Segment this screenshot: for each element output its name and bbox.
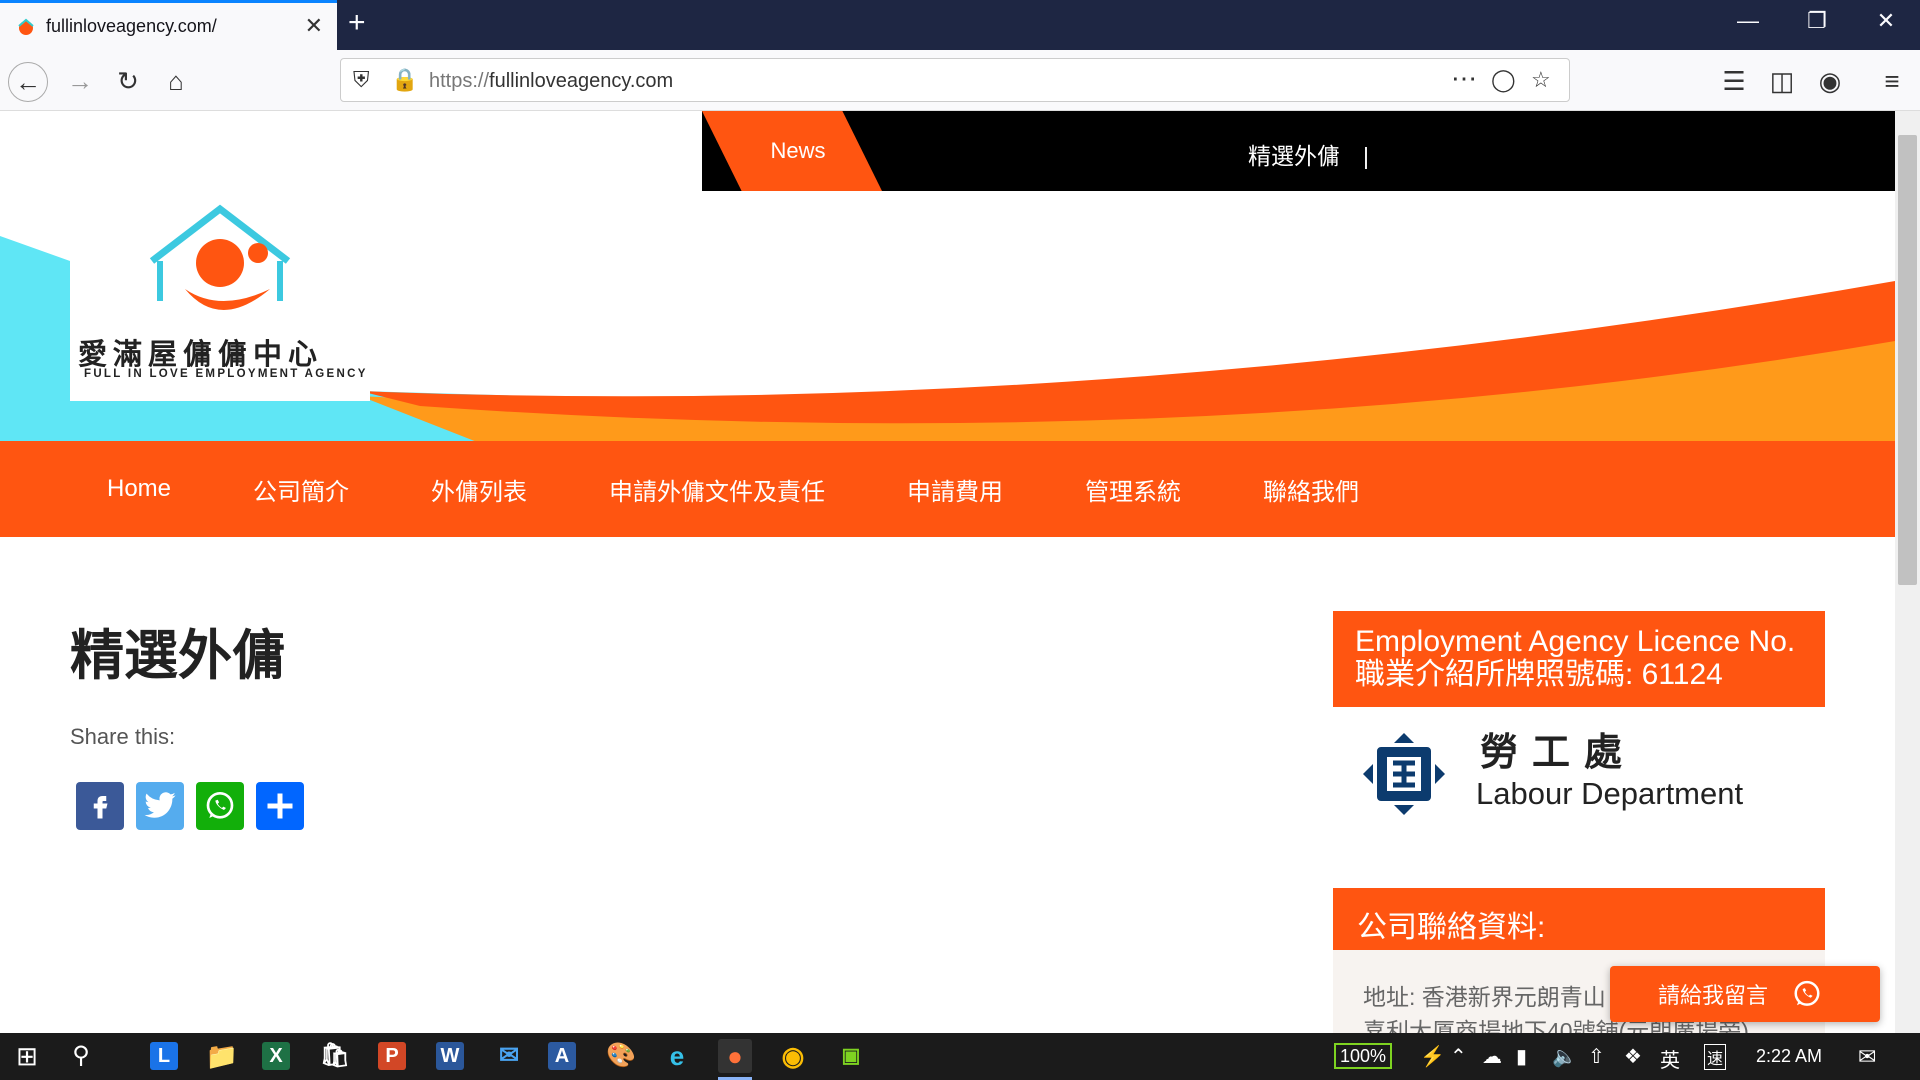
menu-item-documents[interactable]: 申請外傭文件及責任 xyxy=(609,472,825,507)
window-close-icon[interactable]: ✕ xyxy=(1866,8,1906,34)
news-ticker[interactable]: 精選外傭 | xyxy=(1248,137,1369,171)
facebook-icon[interactable] xyxy=(76,782,124,830)
power-plug-icon[interactable]: ⚡ xyxy=(1420,1044,1445,1069)
logo-english-text: FULL IN LOVE EMPLOYMENT AGENCY xyxy=(84,368,368,380)
url-protocol: https:// xyxy=(429,70,490,92)
menu-item-home[interactable]: Home xyxy=(107,475,171,503)
search-icon[interactable]: ⚲ xyxy=(64,1039,98,1073)
home-icon[interactable]: ⌂ xyxy=(158,64,194,100)
twitter-icon[interactable] xyxy=(136,782,184,830)
house-logo-icon xyxy=(149,204,291,310)
labour-department-english: Labour Department xyxy=(1476,776,1744,811)
tab-title: fullinloveagency.com/ xyxy=(46,16,217,36)
tab-close-icon[interactable]: ✕ xyxy=(305,13,323,39)
site-logo[interactable]: 愛滿屋傭傭中心 FULL IN LOVE EMPLOYMENT AGENCY xyxy=(70,201,370,401)
dropbox-icon[interactable]: ❖ xyxy=(1624,1044,1642,1069)
chrome-icon[interactable]: ◉ xyxy=(776,1039,810,1073)
store-icon[interactable]: 🛍 xyxy=(318,1039,352,1073)
battery-icon[interactable]: ▮ xyxy=(1516,1044,1527,1069)
excel-icon[interactable]: X xyxy=(262,1042,290,1070)
hamburger-menu-icon[interactable]: ≡ xyxy=(1874,64,1910,100)
page-title: 精選外傭 xyxy=(70,623,286,687)
windows-start-icon[interactable]: ⊞ xyxy=(10,1039,44,1073)
chevron-up-icon[interactable]: ⌃ xyxy=(1450,1044,1467,1069)
page-scrollbar[interactable] xyxy=(1895,111,1920,1033)
url-text[interactable]: https://fullinloveagency.com xyxy=(429,70,673,93)
pocket-icon[interactable]: ◯ xyxy=(1491,67,1516,93)
more-actions-icon[interactable]: ⋯ xyxy=(1451,63,1477,94)
browser-toolbar: ← → ↻ ⌂ ⛨ 🔒 https://fullinloveagency.com… xyxy=(0,50,1920,111)
battery-percent[interactable]: 100% xyxy=(1334,1043,1393,1069)
contact-info-title: 公司聯絡資料: xyxy=(1333,888,1825,950)
menu-item-about[interactable]: 公司簡介 xyxy=(253,472,349,507)
browser-tab[interactable]: fullinloveagency.com/ ✕ xyxy=(0,0,337,50)
main-menu: Home 公司簡介 外傭列表 申請外傭文件及責任 申請費用 管理系統 聯絡我們 xyxy=(0,441,1895,537)
forward-arrow-icon[interactable]: → xyxy=(62,64,98,100)
licence-box: Employment Agency Licence No. 職業介紹所牌照號碼:… xyxy=(1333,611,1825,707)
account-icon[interactable]: ◉ xyxy=(1812,64,1848,100)
terminal-icon[interactable]: ▣ xyxy=(834,1039,868,1073)
ime-mode[interactable]: 速 xyxy=(1704,1044,1727,1070)
edge-icon[interactable]: e xyxy=(660,1039,694,1073)
back-arrow-icon[interactable]: ← xyxy=(8,62,48,102)
powerpoint-icon[interactable]: P xyxy=(378,1042,406,1070)
file-explorer-icon[interactable]: 📁 xyxy=(205,1039,239,1073)
restore-icon[interactable]: ❐ xyxy=(1797,8,1837,34)
scrollbar-thumb[interactable] xyxy=(1898,135,1917,585)
reload-icon[interactable]: ↻ xyxy=(110,64,146,100)
logo-chinese-text: 愛滿屋傭傭中心 xyxy=(78,337,324,371)
sidebar-icon[interactable]: ◫ xyxy=(1764,64,1800,100)
minimize-icon[interactable]: — xyxy=(1728,8,1768,34)
app-a-icon[interactable]: A xyxy=(548,1042,576,1070)
whatsapp-icon[interactable] xyxy=(196,782,244,830)
labour-department-chinese: 勞工處 xyxy=(1480,732,1637,774)
shield-icon[interactable]: ⛨ xyxy=(353,67,370,93)
library-icon[interactable]: ☰ xyxy=(1716,64,1752,100)
whatsapp-chat-icon xyxy=(1794,980,1820,1006)
favicon-icon xyxy=(18,18,34,35)
browser-tab-bar: fullinloveagency.com/ ✕ + — ❐ ✕ xyxy=(0,0,1920,50)
upload-icon[interactable]: ⇧ xyxy=(1588,1044,1605,1069)
menu-item-management[interactable]: 管理系統 xyxy=(1085,472,1181,507)
menu-item-fees[interactable]: 申請費用 xyxy=(907,472,1003,507)
leave-message-label: 請給我留言 xyxy=(1658,983,1769,1008)
notification-icon[interactable]: ✉ xyxy=(1858,1044,1876,1070)
app-l-icon[interactable]: L xyxy=(150,1042,178,1070)
share-label: Share this: xyxy=(70,724,176,749)
share-plus-icon[interactable] xyxy=(256,782,304,830)
address-bar[interactable]: ⛨ 🔒 https://fullinloveagency.com ⋯ ◯ ☆ xyxy=(340,58,1570,102)
word-icon[interactable]: W xyxy=(436,1042,464,1070)
windows-taskbar: ⊞ ⚲ L 📁 X 🛍 P W ✉ A 🎨 e ● ◉ ▣ 100% ⚡ ⌃ ☁… xyxy=(0,1033,1920,1080)
cloud-icon[interactable]: ☁ xyxy=(1482,1044,1502,1069)
clock[interactable]: 2:22 AM xyxy=(1756,1046,1822,1067)
ime-language[interactable]: 英 xyxy=(1660,1044,1680,1073)
labour-department-logo[interactable]: 勞工處 Labour Department xyxy=(1353,721,1803,831)
paint-icon[interactable]: 🎨 xyxy=(604,1039,638,1073)
new-tab-button[interactable]: + xyxy=(348,6,366,40)
url-host: fullinloveagency.com xyxy=(489,70,674,92)
menu-item-contact[interactable]: 聯絡我們 xyxy=(1263,472,1359,507)
volume-icon[interactable]: 🔈 xyxy=(1552,1044,1577,1069)
menu-item-helper-list[interactable]: 外傭列表 xyxy=(431,472,527,507)
lock-icon[interactable]: 🔒 xyxy=(391,67,418,93)
mail-icon[interactable]: ✉ xyxy=(492,1039,526,1073)
firefox-icon[interactable]: ● xyxy=(718,1039,752,1073)
web-page: News 精選外傭 | 愛滿屋傭傭中心 FULL IN LOVE EMPLOYM… xyxy=(0,111,1895,1033)
bookmark-star-icon[interactable]: ☆ xyxy=(1531,67,1551,93)
leave-message-button[interactable]: 請給我留言 xyxy=(1610,966,1880,1022)
labour-department-icon xyxy=(1363,733,1445,815)
